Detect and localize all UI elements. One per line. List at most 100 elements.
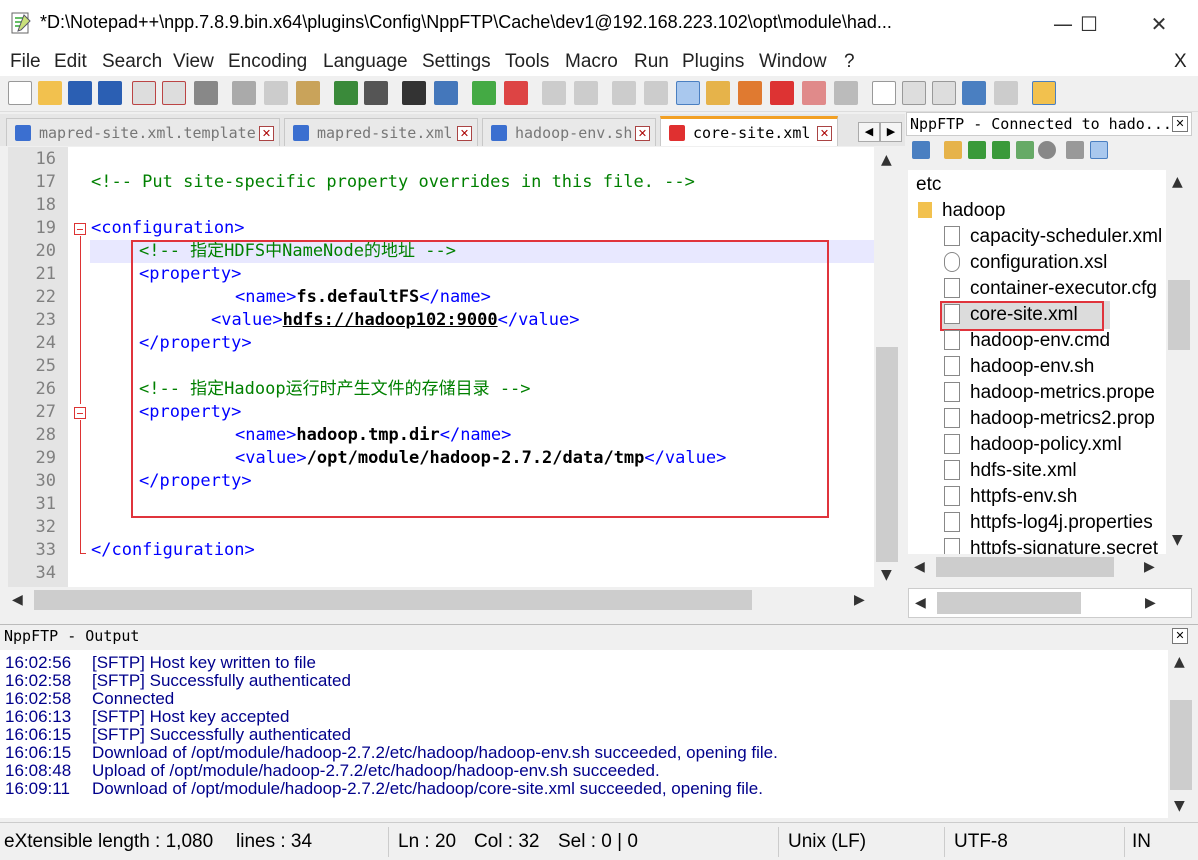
scroll-thumb[interactable] [936, 557, 1114, 577]
tree-file[interactable]: httpfs-log4j.properties [970, 512, 1153, 534]
tab-close-icon[interactable]: ✕ [635, 126, 650, 141]
scroll-down-arrow-icon[interactable]: ▼ [881, 567, 892, 583]
show-all-chars-icon[interactable] [644, 81, 668, 105]
zoom-out-icon[interactable] [504, 81, 528, 105]
ftp-tree-horizontal-scrollbar[interactable]: ◀ ▶ [908, 554, 1192, 580]
scroll-thumb[interactable] [937, 592, 1081, 614]
tree-file[interactable]: httpfs-signature.secret [970, 538, 1158, 554]
scroll-down-arrow-icon[interactable]: ▼ [1172, 532, 1183, 548]
tab-mapred-site-template[interactable]: mapred-site.xml.template ✕ [6, 118, 280, 146]
play-macro-icon[interactable] [932, 81, 956, 105]
fold-toggle-icon[interactable] [74, 407, 86, 419]
function-list-icon[interactable] [770, 81, 794, 105]
run-macro-multiple-icon[interactable] [962, 81, 986, 105]
tree-file[interactable]: httpfs-env.sh [970, 486, 1077, 508]
download-icon[interactable] [968, 141, 986, 159]
tree-file[interactable]: hdfs-site.xml [970, 460, 1077, 482]
menu-encoding[interactable]: Encoding [228, 51, 307, 73]
status-eol[interactable]: Unix (LF) [788, 831, 866, 853]
open-file-icon[interactable] [38, 81, 62, 105]
save-all-icon[interactable] [98, 81, 122, 105]
sync-horizontal-icon[interactable] [574, 81, 598, 105]
indent-guide-icon[interactable] [676, 81, 700, 105]
scroll-thumb[interactable] [876, 347, 898, 562]
message-window-icon[interactable] [1090, 141, 1108, 159]
fold-toggle-icon[interactable] [74, 223, 86, 235]
scroll-right-arrow-icon[interactable]: ▶ [1145, 595, 1156, 611]
nppftp-toggle-icon[interactable] [1032, 81, 1056, 105]
menu-view[interactable]: View [173, 51, 214, 73]
output-panel-close-icon[interactable]: ✕ [1172, 628, 1188, 644]
record-macro-icon[interactable] [872, 81, 896, 105]
word-wrap-icon[interactable] [612, 81, 636, 105]
ftp-queue-scrollbar[interactable]: ◀ ▶ [908, 588, 1192, 618]
redo-icon[interactable] [364, 81, 388, 105]
menu-macro[interactable]: Macro [565, 51, 618, 73]
scroll-up-arrow-icon[interactable]: ▲ [1172, 174, 1183, 190]
tree-file[interactable]: hadoop-env.sh [970, 356, 1094, 378]
nppftp-panel-close-icon[interactable]: ✕ [1172, 116, 1188, 132]
tree-file[interactable]: capacity-scheduler.xml [970, 226, 1162, 248]
cut-icon[interactable] [232, 81, 256, 105]
folder-workspace-icon[interactable] [802, 81, 826, 105]
menu-settings[interactable]: Settings [422, 51, 491, 73]
sync-vertical-icon[interactable] [542, 81, 566, 105]
tree-folder-etc[interactable]: etc [916, 174, 941, 196]
replace-icon[interactable] [434, 81, 458, 105]
menu-run[interactable]: Run [634, 51, 669, 73]
tree-folder-hadoop[interactable]: hadoop [942, 200, 1005, 222]
save-macro-icon[interactable] [994, 81, 1018, 105]
close-file-icon[interactable] [132, 81, 156, 105]
scroll-up-arrow-icon[interactable]: ▲ [881, 152, 892, 168]
udl-icon[interactable] [706, 81, 730, 105]
find-icon[interactable] [402, 81, 426, 105]
tab-close-icon[interactable]: ✕ [457, 126, 472, 141]
save-icon[interactable] [68, 81, 92, 105]
close-all-icon[interactable] [162, 81, 186, 105]
ftp-tree-vertical-scrollbar[interactable]: ▲ ▼ [1166, 170, 1192, 554]
abort-icon[interactable] [1038, 141, 1056, 159]
undo-icon[interactable] [334, 81, 358, 105]
menu-tools[interactable]: Tools [505, 51, 549, 73]
scroll-thumb[interactable] [1170, 700, 1192, 790]
menu-plugins[interactable]: Plugins [682, 51, 744, 73]
tab-scroll-left-button[interactable]: ◀ [858, 122, 880, 142]
tab-mapred-site[interactable]: mapred-site.xml ✕ [284, 118, 478, 146]
menu-language[interactable]: Language [323, 51, 408, 73]
menu-help[interactable]: ? [844, 51, 855, 73]
tab-close-icon[interactable]: ✕ [817, 126, 832, 141]
tree-file[interactable]: configuration.xsl [970, 252, 1107, 274]
menu-file[interactable]: File [10, 51, 41, 73]
refresh-icon[interactable] [1016, 141, 1034, 159]
output-vertical-scrollbar[interactable]: ▲ ▼ [1168, 650, 1194, 818]
tab-hadoop-env[interactable]: hadoop-env.sh ✕ [482, 118, 656, 146]
close-document-x[interactable]: X [1174, 51, 1187, 73]
tab-core-site[interactable]: core-site.xml ✕ [660, 116, 838, 146]
upload-icon[interactable] [992, 141, 1010, 159]
scroll-left-arrow-icon[interactable]: ◀ [915, 595, 926, 611]
status-insert-mode[interactable]: INS [1132, 831, 1152, 853]
status-encoding[interactable]: UTF-8 [954, 831, 1008, 853]
editor-vertical-scrollbar[interactable]: ▲ ▼ [874, 147, 900, 587]
tab-close-icon[interactable]: ✕ [259, 126, 274, 141]
scroll-right-arrow-icon[interactable]: ▶ [854, 592, 865, 608]
scroll-left-arrow-icon[interactable]: ◀ [914, 559, 925, 575]
connect-icon[interactable] [912, 141, 930, 159]
menu-edit[interactable]: Edit [54, 51, 87, 73]
tab-scroll-right-button[interactable]: ▶ [880, 122, 902, 142]
scroll-down-arrow-icon[interactable]: ▼ [1174, 798, 1185, 814]
editor-horizontal-scrollbar[interactable]: ◀ ▶ [8, 587, 874, 613]
gear-icon[interactable] [1066, 141, 1084, 159]
tree-file[interactable]: hadoop-metrics.prope [970, 382, 1155, 404]
zoom-in-icon[interactable] [472, 81, 496, 105]
scroll-right-arrow-icon[interactable]: ▶ [1144, 559, 1155, 575]
settings-folder-icon[interactable] [944, 141, 962, 159]
scroll-thumb[interactable] [1168, 280, 1190, 350]
scroll-left-arrow-icon[interactable]: ◀ [12, 592, 23, 608]
menu-search[interactable]: Search [102, 51, 162, 73]
paste-icon[interactable] [296, 81, 320, 105]
doc-map-icon[interactable] [738, 81, 762, 105]
maximize-button[interactable]: ☐ [1066, 8, 1112, 40]
code-editor[interactable]: 16 17 18 19 20 21 22 23 24 25 26 27 28 2… [8, 147, 874, 587]
tree-file[interactable]: hadoop-metrics2.prop [970, 408, 1155, 430]
